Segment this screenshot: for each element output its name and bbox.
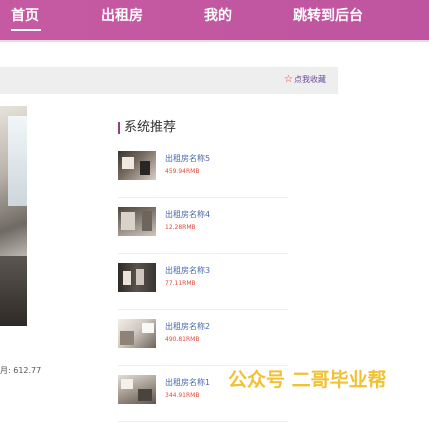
recommend-thumb[interactable]	[118, 263, 156, 292]
photo-window-area	[8, 116, 27, 206]
star-icon: ☆	[284, 74, 293, 85]
recommend-item-name[interactable]: 出租房名称3	[165, 265, 210, 276]
recommend-item-name[interactable]: 出租房名称1	[165, 377, 210, 388]
price-fragment: 月: 612.77	[0, 366, 42, 375]
recommend-item-price: 459.94RMB	[165, 168, 200, 175]
favorite-label: 点我收藏	[293, 75, 326, 84]
recommend-item-price: 12.28RMB	[165, 224, 196, 231]
recommend-item[interactable]: 出租房名称3 77.11RMB	[118, 263, 288, 310]
recommend-accent-bar	[118, 122, 120, 134]
recommend-item[interactable]: 出租房名称4 12.28RMB	[118, 207, 288, 254]
recommend-item-name[interactable]: 出租房名称2	[165, 321, 210, 332]
recommend-item-name[interactable]: 出租房名称4	[165, 209, 210, 220]
recommend-thumb[interactable]	[118, 319, 156, 348]
recommend-item-price: 77.11RMB	[165, 280, 196, 287]
recommend-thumb[interactable]	[118, 375, 156, 404]
recommend-item-name[interactable]: 出租房名称5	[165, 153, 210, 164]
favorite-button[interactable]: ☆点我收藏	[284, 73, 326, 87]
nav-home[interactable]: 首页	[11, 6, 39, 26]
recommend-thumb[interactable]	[118, 151, 156, 180]
photo-shadow-area	[0, 256, 27, 326]
nav-rentals[interactable]: 出租房	[101, 6, 143, 26]
nav-divider	[0, 40, 429, 42]
recommend-item[interactable]: 出租房名称2 490.81RMB	[118, 319, 288, 366]
recommend-thumb[interactable]	[118, 207, 156, 236]
recommend-item-price: 344.91RMB	[165, 392, 200, 399]
top-nav: 首页 出租房 我的 跳转到后台	[0, 0, 429, 40]
watermark-text: 公众号 二哥毕业帮	[228, 369, 387, 391]
recommend-item[interactable]: 出租房名称5 459.94RMB	[118, 151, 288, 198]
nav-admin[interactable]: 跳转到后台	[293, 6, 363, 26]
nav-mine[interactable]: 我的	[204, 6, 232, 26]
recommend-item-price: 490.81RMB	[165, 336, 200, 343]
rental-photo	[0, 106, 27, 326]
nav-active-indicator	[11, 29, 41, 31]
recommend-title: 系统推荐	[124, 120, 177, 135]
